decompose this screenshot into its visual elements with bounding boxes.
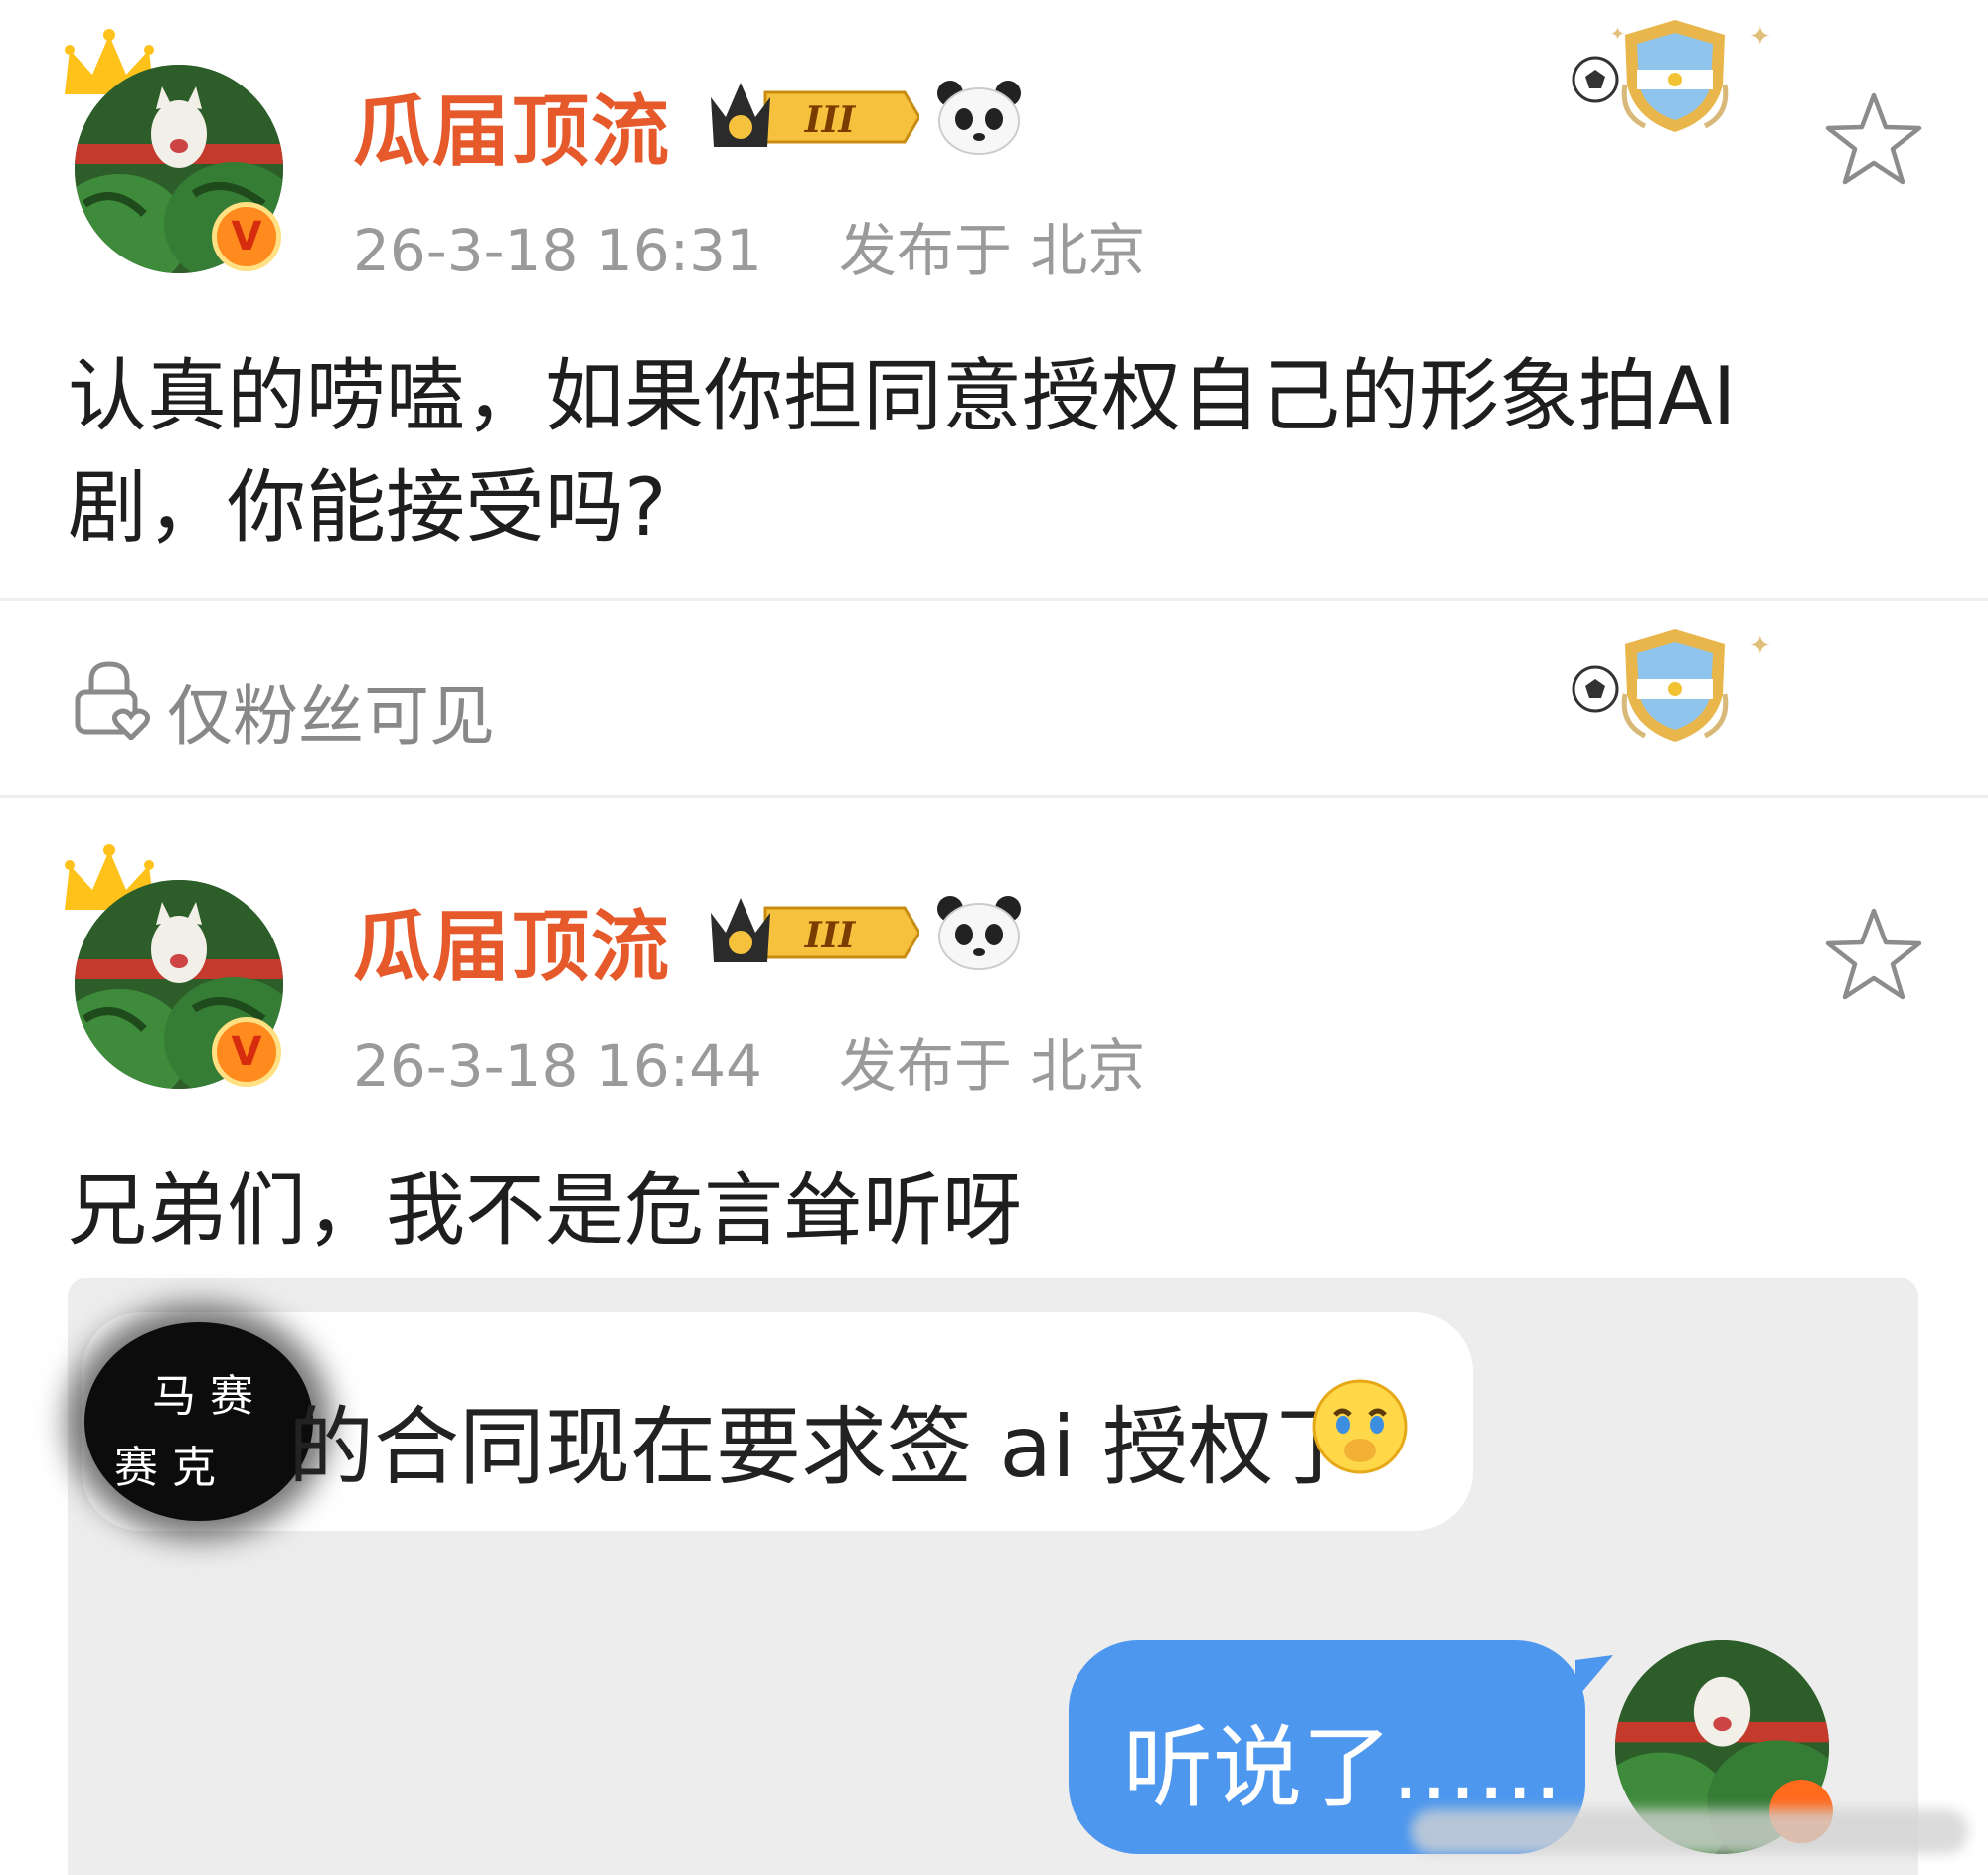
user-avatar[interactable]: V	[55, 25, 293, 273]
star-outline-icon[interactable]	[1824, 89, 1923, 189]
divider	[0, 598, 1988, 601]
crying-emoji-icon	[1312, 1379, 1408, 1474]
argentina-shield-badge-icon: ✦	[1572, 629, 1771, 742]
user-avatar[interactable]: V	[55, 840, 293, 1089]
level-crown-badge-icon: III	[711, 83, 919, 147]
svg-text:III: III	[804, 915, 857, 956]
divider	[0, 795, 1988, 798]
watermark	[1411, 1809, 1968, 1854]
outgoing-message-text: 听说了......	[1123, 1716, 1563, 1820]
level-crown-badge-icon: III	[711, 898, 919, 962]
svg-text:✦: ✦	[1749, 631, 1771, 661]
post-timestamp: 26-3-18 16:44	[353, 1032, 762, 1100]
post-meta: 26-3-18 16:44 发布于 北京	[353, 1019, 1145, 1103]
svg-text:✦: ✦	[1610, 24, 1625, 45]
svg-text:✦: ✦	[1749, 22, 1771, 52]
post-text-line: 认真的唠嗑，如果你担同意授权自己的形象拍AI	[68, 350, 1737, 442]
post-location: 发布于 北京	[838, 1032, 1146, 1100]
post-timestamp: 26-3-18 16:31	[353, 217, 762, 284]
username[interactable]: 瓜届顶流	[353, 70, 671, 181]
panda-icon	[937, 81, 1021, 155]
post-meta: 26-3-18 16:31 发布于 北京	[353, 204, 1145, 287]
bubble-tail	[1575, 1655, 1613, 1700]
star-outline-icon[interactable]	[1824, 905, 1923, 1004]
mosaic-censor: 马 赛 赛 克	[84, 1322, 313, 1521]
verified-v-icon: V	[212, 202, 281, 271]
post-text-line: 剧，你能接受吗?	[68, 461, 667, 554]
argentina-shield-badge-icon: ✦ ✦	[1572, 20, 1771, 132]
post-location: 发布于 北京	[838, 217, 1146, 284]
svg-text:III: III	[804, 99, 857, 141]
post-text-line: 兄弟们，我不是危言耸听呀	[68, 1164, 1022, 1257]
visibility-label: 仅粉丝可见	[167, 678, 495, 755]
lock-heart-icon	[75, 661, 151, 740]
incoming-message-text: 的合同现在要求签 ai 授权了	[288, 1398, 1360, 1497]
panda-icon	[937, 896, 1021, 970]
username[interactable]: 瓜届顶流	[353, 885, 671, 996]
verified-v-icon: V	[212, 1017, 281, 1087]
